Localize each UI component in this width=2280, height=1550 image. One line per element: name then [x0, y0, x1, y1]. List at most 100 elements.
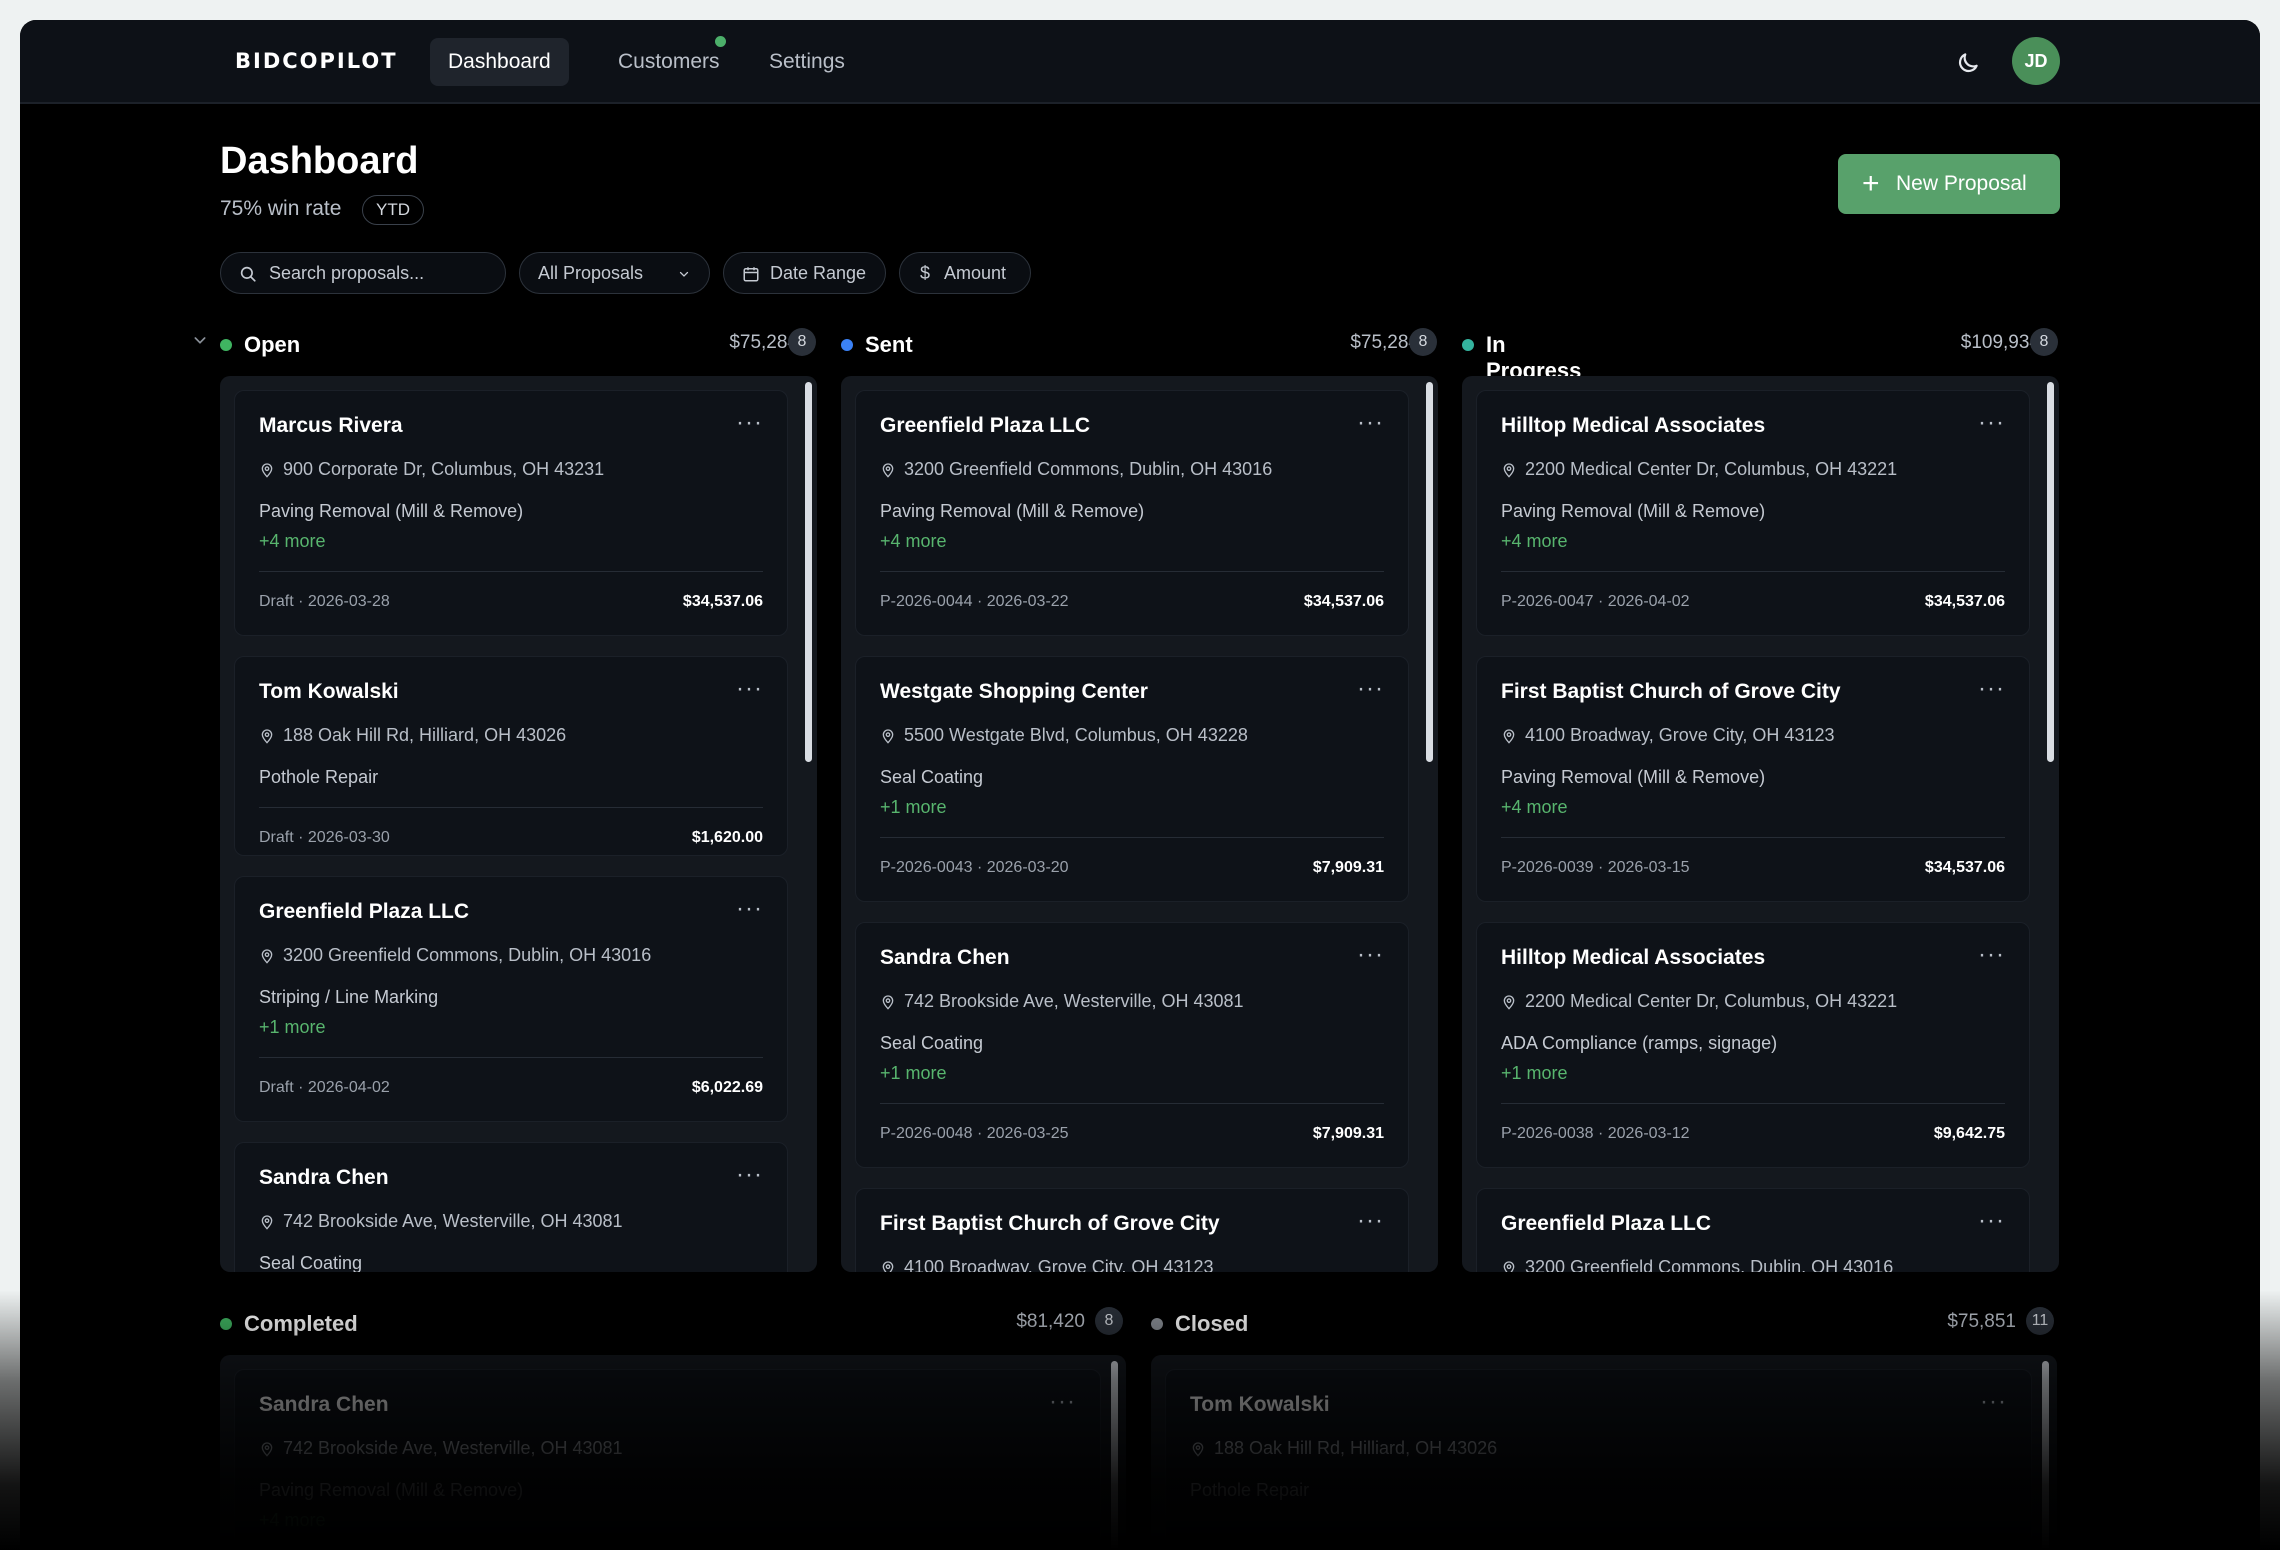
- card-divider: [880, 1103, 1384, 1104]
- proposal-card[interactable]: Hilltop Medical Associates ··· 2200 Medica…: [1476, 390, 2030, 636]
- card-more-services[interactable]: +1 more: [880, 1063, 947, 1084]
- more-options-icon[interactable]: ···: [1978, 943, 2005, 967]
- card-meta: P-2026-0039 · 2026-03-15: [1501, 859, 1690, 876]
- card-service: Striping / Line Marking: [259, 987, 439, 1007]
- map-pin-icon: [880, 461, 896, 479]
- proposal-card[interactable]: Greenfield Plaza LLC ··· 3200 Greenfield C…: [1476, 1188, 2030, 1272]
- map-pin-icon: [259, 1213, 275, 1231]
- more-options-icon[interactable]: ···: [736, 1163, 763, 1187]
- column-title: Completed: [244, 1311, 358, 1336]
- nav-settings[interactable]: Settings: [751, 38, 863, 86]
- card-meta: P-2026-0038 · 2026-03-12: [1501, 1125, 1690, 1142]
- card-more-services[interactable]: +1 more: [1501, 1063, 1568, 1084]
- app-window: BIDCOPILOT Dashboard Customers Settings …: [20, 20, 2260, 1550]
- proposal-card[interactable]: Hilltop Medical Associates ··· 2200 Medica…: [1476, 922, 2030, 1168]
- map-pin-icon: [259, 1440, 275, 1458]
- more-options-icon[interactable]: ···: [1357, 677, 1384, 701]
- card-service: Seal Coating: [880, 767, 984, 787]
- amount-filter[interactable]: $ Amount: [899, 252, 1031, 294]
- map-pin-icon: [1501, 727, 1517, 745]
- lane-scrollbar[interactable]: [2042, 1361, 2049, 1550]
- proposal-card[interactable]: Greenfield Plaza LLC ··· 3200 Greenfield C…: [855, 390, 1409, 636]
- card-more-services[interactable]: +1 more: [259, 1017, 326, 1038]
- card-meta: P-2026-0044 · 2026-03-22: [880, 593, 1069, 610]
- ytd-badge[interactable]: YTD: [362, 195, 424, 225]
- more-options-icon[interactable]: ···: [1049, 1390, 1076, 1414]
- card-divider: [1501, 571, 2005, 572]
- proposals-filter[interactable]: All Proposals: [519, 252, 710, 294]
- map-pin-icon: [880, 1259, 896, 1272]
- lane-scrollbar[interactable]: [1426, 382, 1433, 762]
- card-more-services[interactable]: +4 more: [1501, 797, 1568, 818]
- column-count-badge: 8: [2030, 328, 2058, 356]
- search-icon: [240, 266, 256, 282]
- column-title: Open: [244, 332, 301, 357]
- proposal-card[interactable]: Tom Kowalski ··· 188 Oak Hill Rd, Hilliard…: [234, 656, 788, 856]
- moon-icon[interactable]: [1955, 50, 1981, 76]
- proposal-card[interactable]: Greenfield Plaza LLC ··· 3200 Greenfield C…: [234, 876, 788, 1122]
- nav-dashboard[interactable]: Dashboard: [430, 38, 569, 86]
- proposal-card[interactable]: Sandra Chen ··· 742 Brookside Ave, Westerv…: [234, 1369, 1101, 1550]
- more-options-icon[interactable]: ···: [1978, 1209, 2005, 1233]
- card-customer-name: First Baptist Church of Grove City: [1501, 680, 1841, 703]
- kanban-lane-in_progress: Hilltop Medical Associates ··· 2200 Medica…: [1462, 376, 2059, 1272]
- proposal-card[interactable]: Westgate Shopping Center ··· 5500 Westgate…: [855, 656, 1409, 902]
- proposal-card[interactable]: First Baptist Church of Grove City ··· 410…: [1476, 656, 2030, 902]
- card-customer-name: Westgate Shopping Center: [880, 680, 1148, 703]
- card-divider: [880, 837, 1384, 838]
- card-more-services[interactable]: +4 more: [880, 531, 947, 552]
- card-customer-name: Tom Kowalski: [259, 680, 399, 703]
- logo[interactable]: BIDCOPILOT: [235, 49, 398, 73]
- status-dot: [220, 339, 232, 351]
- more-options-icon[interactable]: ···: [736, 677, 763, 701]
- proposal-card[interactable]: Tom Kowalski ··· 188 Oak Hill Rd, Hilliard…: [1165, 1369, 2032, 1550]
- more-options-icon[interactable]: ···: [1357, 411, 1384, 435]
- more-options-icon[interactable]: ···: [1357, 943, 1384, 967]
- card-customer-name: Greenfield Plaza LLC: [1501, 1212, 1712, 1235]
- more-options-icon[interactable]: ···: [1980, 1390, 2007, 1414]
- new-proposal-button[interactable]: + New Proposal: [1838, 154, 2060, 214]
- more-options-icon[interactable]: ···: [1978, 677, 2005, 701]
- card-customer-name: Greenfield Plaza LLC: [259, 900, 470, 923]
- card-amount: $9,642.75: [1933, 1125, 2005, 1142]
- kanban-lane-sent: Greenfield Plaza LLC ··· 3200 Greenfield C…: [841, 376, 1438, 1272]
- avatar[interactable]: JD: [2012, 37, 2060, 85]
- map-pin-icon: [880, 993, 896, 1011]
- card-more-services[interactable]: +4 more: [259, 531, 326, 552]
- proposal-card[interactable]: First Baptist Church of Grove City ··· 410…: [855, 1188, 1409, 1272]
- kanban-lane-open: Marcus Rivera ··· 900 Corporate Dr, Columb…: [220, 376, 817, 1272]
- card-service: Paving Removal (Mill & Remove): [880, 501, 1145, 521]
- column-title: Sent: [865, 332, 913, 357]
- more-options-icon[interactable]: ···: [736, 897, 763, 921]
- card-amount: $34,537.06: [682, 593, 763, 610]
- card-address: 5500 Westgate Blvd, Columbus, OH 43228: [904, 725, 1248, 745]
- card-meta: P-2026-0048 · 2026-03-25: [880, 1125, 1069, 1142]
- card-meta: P-2026-0043 · 2026-03-20: [880, 859, 1069, 876]
- new-proposal-label: New Proposal: [1896, 172, 2027, 195]
- date-range-filter[interactable]: Date Range: [723, 252, 886, 294]
- win-rate: 75% win rate: [220, 197, 342, 220]
- card-amount: $1,620.00: [691, 829, 763, 846]
- lane-scrollbar[interactable]: [1111, 1361, 1118, 1550]
- card-service: Paving Removal (Mill & Remove): [259, 1480, 524, 1500]
- lane-scrollbar[interactable]: [2047, 382, 2054, 762]
- lane-scrollbar[interactable]: [805, 382, 812, 762]
- card-amount: $7,909.31: [1312, 1125, 1384, 1142]
- card-customer-name: Hilltop Medical Associates: [1501, 946, 1766, 969]
- proposal-card[interactable]: Marcus Rivera ··· 900 Corporate Dr, Columb…: [234, 390, 788, 636]
- card-more-services[interactable]: +4 more: [1501, 531, 1568, 552]
- column-title: Closed: [1175, 1311, 1249, 1336]
- more-options-icon[interactable]: ···: [736, 411, 763, 435]
- map-pin-icon: [1190, 1440, 1206, 1458]
- more-options-icon[interactable]: ···: [1978, 411, 2005, 435]
- more-options-icon[interactable]: ···: [1357, 1209, 1384, 1233]
- card-amount: $34,537.06: [1303, 593, 1384, 610]
- collapse-chevron-icon[interactable]: [192, 332, 208, 348]
- proposal-card[interactable]: Sandra Chen ··· 742 Brookside Ave, Westerv…: [234, 1142, 788, 1272]
- card-more-services[interactable]: +1 more: [880, 797, 947, 818]
- card-divider: [259, 1057, 763, 1058]
- proposal-card[interactable]: Sandra Chen ··· 742 Brookside Ave, Westerv…: [855, 922, 1409, 1168]
- card-more-services[interactable]: +4 more: [259, 1510, 326, 1531]
- search-input[interactable]: Search proposals...: [220, 252, 506, 294]
- top-nav: BIDCOPILOT Dashboard Customers Settings …: [20, 20, 2260, 104]
